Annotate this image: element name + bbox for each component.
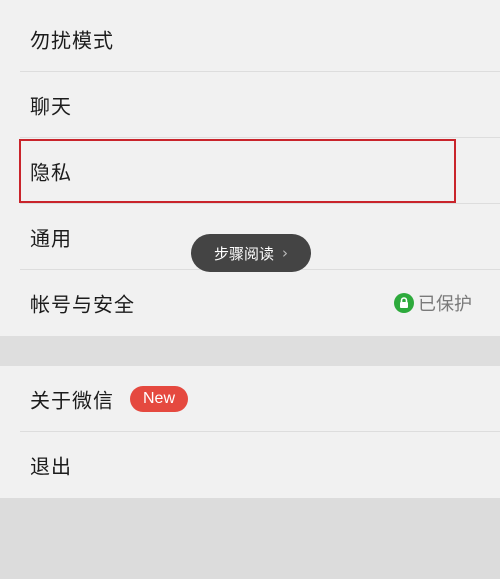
lock-icon	[394, 293, 414, 313]
settings-item-logout[interactable]: 退出	[0, 432, 500, 498]
settings-item-label: 勿扰模式	[30, 28, 114, 53]
settings-item-about-wechat[interactable]: 关于微信 New	[0, 366, 500, 432]
settings-item-account-security[interactable]: 帐号与安全 已保护	[0, 270, 500, 336]
settings-item-chat[interactable]: 聊天	[0, 72, 500, 138]
settings-screen: 勿扰模式 聊天 隐私 通用 帐号与安全 已保护 关于微信 New 退出 步骤阅读…	[0, 0, 500, 579]
settings-item-do-not-disturb[interactable]: 勿扰模式	[0, 6, 500, 72]
chevron-right-icon: ›	[282, 244, 288, 262]
bottom-background	[0, 498, 500, 579]
settings-group-secondary: 关于微信 New 退出	[0, 366, 500, 498]
settings-item-label: 关于微信	[30, 388, 114, 413]
settings-item-label: 通用	[30, 226, 72, 251]
privacy-highlight-box	[19, 139, 456, 203]
settings-item-label: 退出	[30, 454, 72, 479]
protection-status: 已保护	[394, 290, 472, 316]
settings-item-label: 聊天	[30, 94, 72, 119]
group-separator	[0, 336, 500, 366]
toast-label: 步骤阅读	[213, 244, 274, 263]
protection-status-label: 已保护	[418, 294, 472, 315]
step-reading-toast[interactable]: 步骤阅读 ›	[191, 234, 311, 272]
settings-item-label: 帐号与安全	[30, 292, 135, 317]
new-badge: New	[130, 386, 189, 412]
